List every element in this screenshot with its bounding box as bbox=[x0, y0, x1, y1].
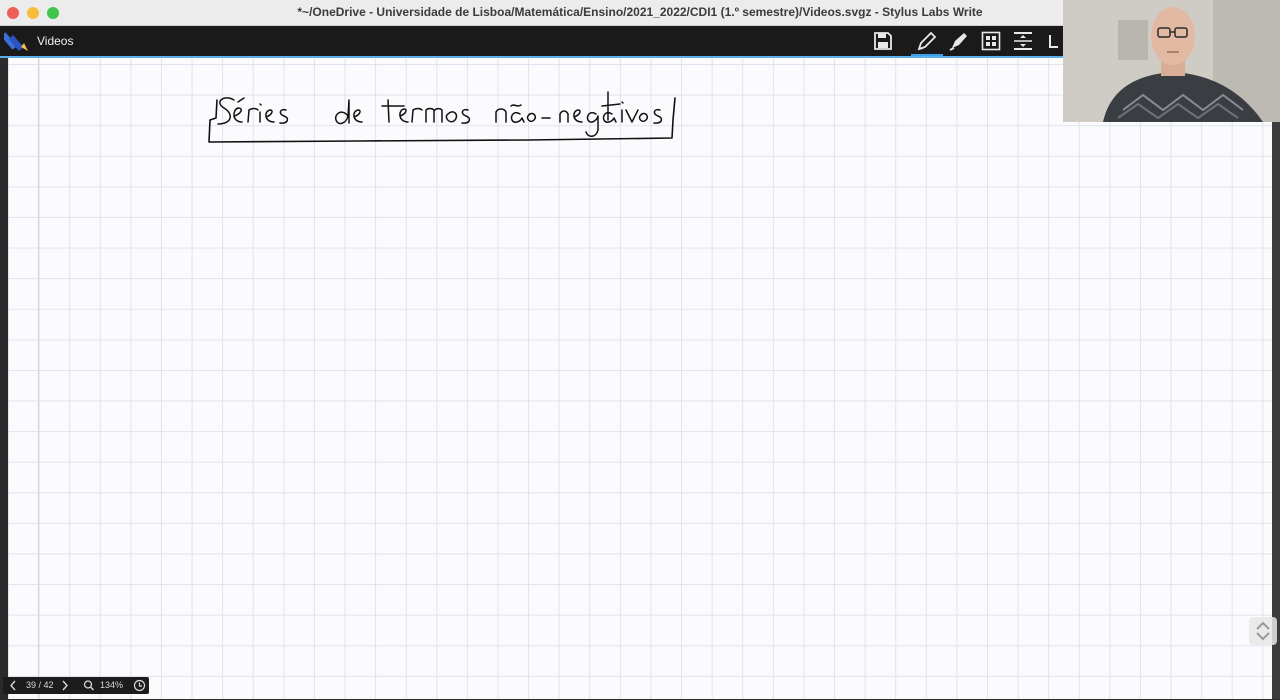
highlighter-icon[interactable] bbox=[945, 28, 973, 54]
history-icon[interactable] bbox=[133, 677, 146, 700]
insert-space-icon[interactable] bbox=[1009, 28, 1037, 54]
zoom-level[interactable]: 134% bbox=[100, 677, 123, 694]
zoom-icon[interactable] bbox=[83, 677, 95, 700]
app-menu-icon[interactable] bbox=[1, 29, 30, 53]
webcam-overlay bbox=[1063, 0, 1280, 122]
overflow-icon[interactable] bbox=[1045, 28, 1063, 54]
prev-page-icon[interactable] bbox=[9, 677, 17, 700]
save-icon[interactable] bbox=[869, 28, 897, 54]
note-page-canvas[interactable] bbox=[8, 58, 1272, 699]
document-name[interactable]: Videos bbox=[37, 26, 73, 56]
page-indicator: 39 / 42 bbox=[26, 680, 54, 690]
right-border bbox=[1272, 58, 1280, 699]
pen-icon[interactable] bbox=[911, 28, 943, 57]
select-icon[interactable] bbox=[977, 28, 1005, 54]
scroll-handle[interactable] bbox=[1249, 617, 1277, 645]
next-page-icon[interactable] bbox=[61, 677, 69, 700]
handwritten-heading bbox=[208, 91, 676, 143]
page-status-bar: 39 / 42 134% bbox=[3, 677, 149, 694]
